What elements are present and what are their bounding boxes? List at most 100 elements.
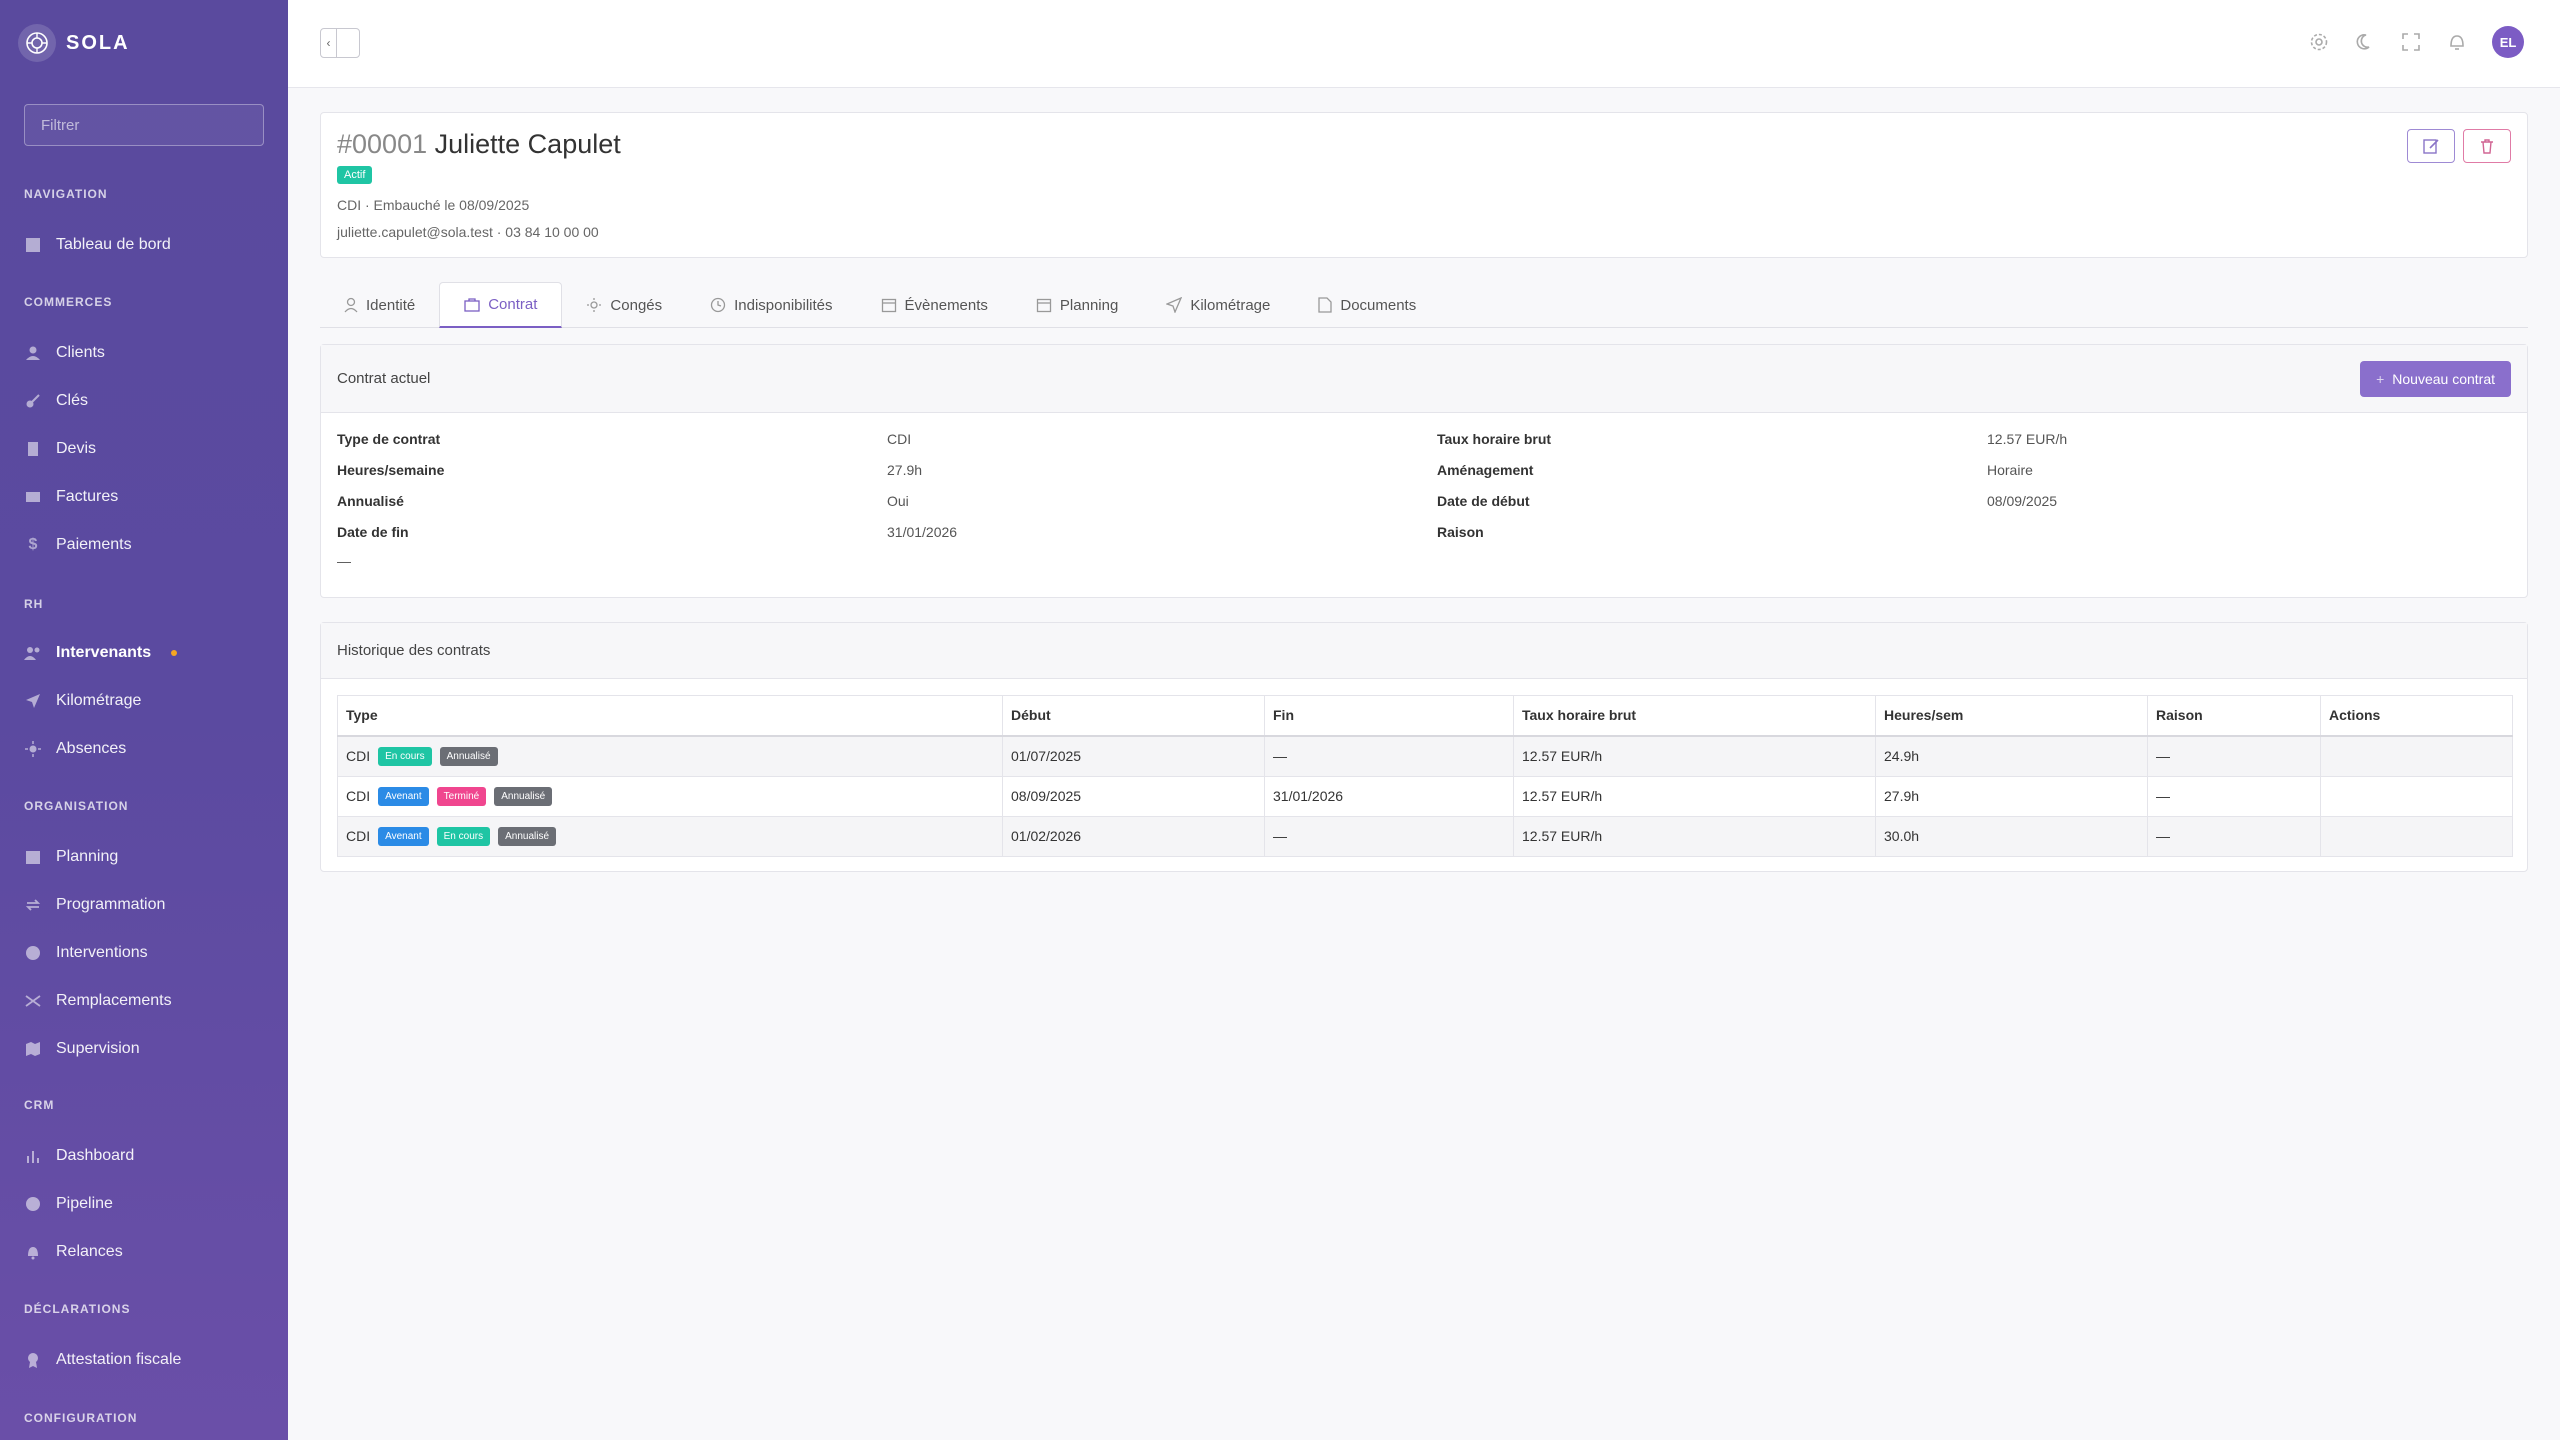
table-row[interactable]: CDI Avenant En cours Annualisé 01/02/202… (337, 815, 2513, 857)
calendar-icon (24, 848, 42, 866)
topbar-actions: EL (2308, 26, 2524, 58)
user-icon (24, 344, 42, 362)
table-row[interactable]: CDI En cours Annualisé 01/07/2025 — 12.5… (337, 735, 2513, 777)
sidebar-item-devis[interactable]: Devis (24, 432, 274, 466)
sun-icon (24, 740, 42, 758)
type-value: CDI (346, 748, 371, 764)
user-avatar[interactable]: EL (2492, 26, 2524, 58)
sola-logo-icon (18, 24, 56, 62)
sidebar-item-label: Kilométrage (56, 692, 142, 709)
tab-label: Documents (1340, 296, 1417, 314)
tab-contrat[interactable]: Contrat (439, 282, 563, 328)
field-value: CDI (887, 431, 912, 447)
employee-header-card: #00001 Juliette Capulet Actif CDI · Emba… (320, 112, 2528, 258)
sidebar-item-attestation-fiscale[interactable]: Attestation fiscale (24, 1343, 274, 1377)
employee-title: #00001 Juliette Capulet (337, 129, 621, 160)
settings-icon[interactable] (2308, 31, 2330, 53)
moon-icon[interactable] (2354, 31, 2376, 53)
sidebar-item-clients[interactable]: Clients (24, 336, 274, 370)
table-cell: — (2147, 735, 2321, 777)
tab-conges[interactable]: Congés (562, 282, 686, 328)
column-header[interactable]: Taux horaire brut (1513, 695, 1876, 737)
file-icon (1318, 297, 1333, 313)
field-value: — (337, 553, 351, 569)
sidebar-item-programmation[interactable]: Programmation (24, 888, 274, 922)
sidebar-item-label: Intervenants (56, 644, 152, 661)
tab-identite[interactable]: Identité (320, 282, 439, 328)
column-header[interactable]: Type (337, 695, 1003, 737)
sidebar-item-label: Clés (56, 392, 89, 409)
sidebar-item-kilometrage[interactable]: Kilométrage (24, 684, 274, 718)
sidebar-item-label: Programmation (56, 896, 166, 913)
file-icon (24, 440, 42, 458)
sidebar-item-paiements[interactable]: $ Paiements (24, 528, 274, 562)
sidebar-item-label: Devis (56, 440, 97, 457)
sidebar-item-relances[interactable]: Relances (24, 1235, 274, 1269)
sidebar-item-pipeline[interactable]: Pipeline (24, 1187, 274, 1221)
fullscreen-icon[interactable] (2400, 31, 2422, 53)
sidebar-toggle-button[interactable]: ‹ (320, 28, 360, 58)
chevron-left-icon: ‹ (321, 29, 337, 57)
table-cell: 12.57 EUR/h (1513, 775, 1876, 817)
section-navigation: NAVIGATION (24, 187, 108, 201)
button-label: Nouveau contrat (2392, 370, 2495, 387)
active-indicator-dot (171, 650, 178, 656)
card-header: Historique des contrats (321, 623, 2527, 679)
sidebar-item-cles[interactable]: Clés (24, 384, 274, 418)
tab-planning[interactable]: Planning (1012, 282, 1142, 328)
sidebar-item-dashboard[interactable]: Dashboard (24, 1139, 274, 1173)
table-row[interactable]: CDI Avenant Terminé Annualisé 08/09/2025… (337, 775, 2513, 817)
sidebar-item-interventions[interactable]: Interventions (24, 936, 274, 970)
column-header[interactable]: Heures/sem (1875, 695, 2148, 737)
column-header[interactable]: Actions (2320, 695, 2513, 737)
sidebar-item-absences[interactable]: Absences (24, 732, 274, 766)
user-icon (344, 297, 358, 313)
field-label: Taux horaire brut (1437, 431, 1552, 447)
column-header[interactable]: Fin (1264, 695, 1514, 737)
tab-evenements[interactable]: Évènements (857, 282, 1012, 328)
tab-label: Indisponibilités (734, 296, 833, 314)
award-icon (24, 1351, 42, 1369)
sidebar-item-tableau-de-bord[interactable]: Tableau de bord (24, 228, 274, 262)
table-cell: 01/02/2026 (1002, 815, 1265, 857)
sidebar-item-label: Tableau de bord (56, 236, 171, 253)
clock-icon (24, 944, 42, 962)
delete-button[interactable] (2463, 129, 2511, 163)
tab-indisponibilites[interactable]: Indisponibilités (686, 282, 856, 328)
sidebar-item-planning[interactable]: Planning (24, 840, 274, 874)
tab-documents[interactable]: Documents (1294, 282, 1440, 328)
tab-label: Identité (366, 296, 416, 314)
dashboard-icon (24, 236, 42, 254)
column-header[interactable]: Raison (2147, 695, 2321, 737)
field-label: Raison (1437, 524, 1484, 540)
contract-details: Type de contrat CDI Taux horaire brut 12… (337, 431, 2513, 540)
topbar: ‹ EL (288, 0, 2560, 88)
sidebar-item-label: Dashboard (56, 1147, 135, 1164)
dollar-icon: $ (28, 536, 38, 553)
briefcase-icon (464, 297, 480, 312)
tab-kilometrage[interactable]: Kilométrage (1142, 282, 1294, 328)
send-icon (24, 692, 42, 710)
bell-icon[interactable] (2446, 31, 2468, 53)
annualise-badge: Annualisé (498, 826, 557, 846)
table-cell: 01/07/2025 (1002, 735, 1265, 777)
new-contract-button[interactable]: + Nouveau contrat (2360, 360, 2511, 397)
sidebar-item-remplacements[interactable]: Remplacements (24, 984, 274, 1018)
status-badge: En cours (436, 826, 491, 846)
field-label: Aménagement (1437, 462, 1534, 478)
sidebar-item-supervision[interactable]: Supervision (24, 1032, 274, 1066)
column-header[interactable]: Début (1002, 695, 1265, 737)
sidebar-item-factures[interactable]: Factures (24, 480, 274, 514)
sidebar-item-intervenants[interactable]: Intervenants (24, 636, 274, 670)
avenant-badge: Avenant (378, 786, 429, 806)
sidebar-item-label: Interventions (56, 944, 148, 961)
brand[interactable]: SOLA (18, 24, 130, 62)
edit-button[interactable] (2407, 129, 2455, 163)
trash-icon (2481, 139, 2493, 154)
status-badge: Actif (337, 166, 373, 184)
table-header-row: Type Début Fin Taux horaire brut Heures/… (337, 695, 2513, 737)
sidebar-filter-input[interactable] (24, 104, 264, 146)
actions-cell (2320, 735, 2513, 777)
table-cell: 08/09/2025 (1002, 775, 1265, 817)
sidebar-item-label: Clients (56, 344, 105, 361)
